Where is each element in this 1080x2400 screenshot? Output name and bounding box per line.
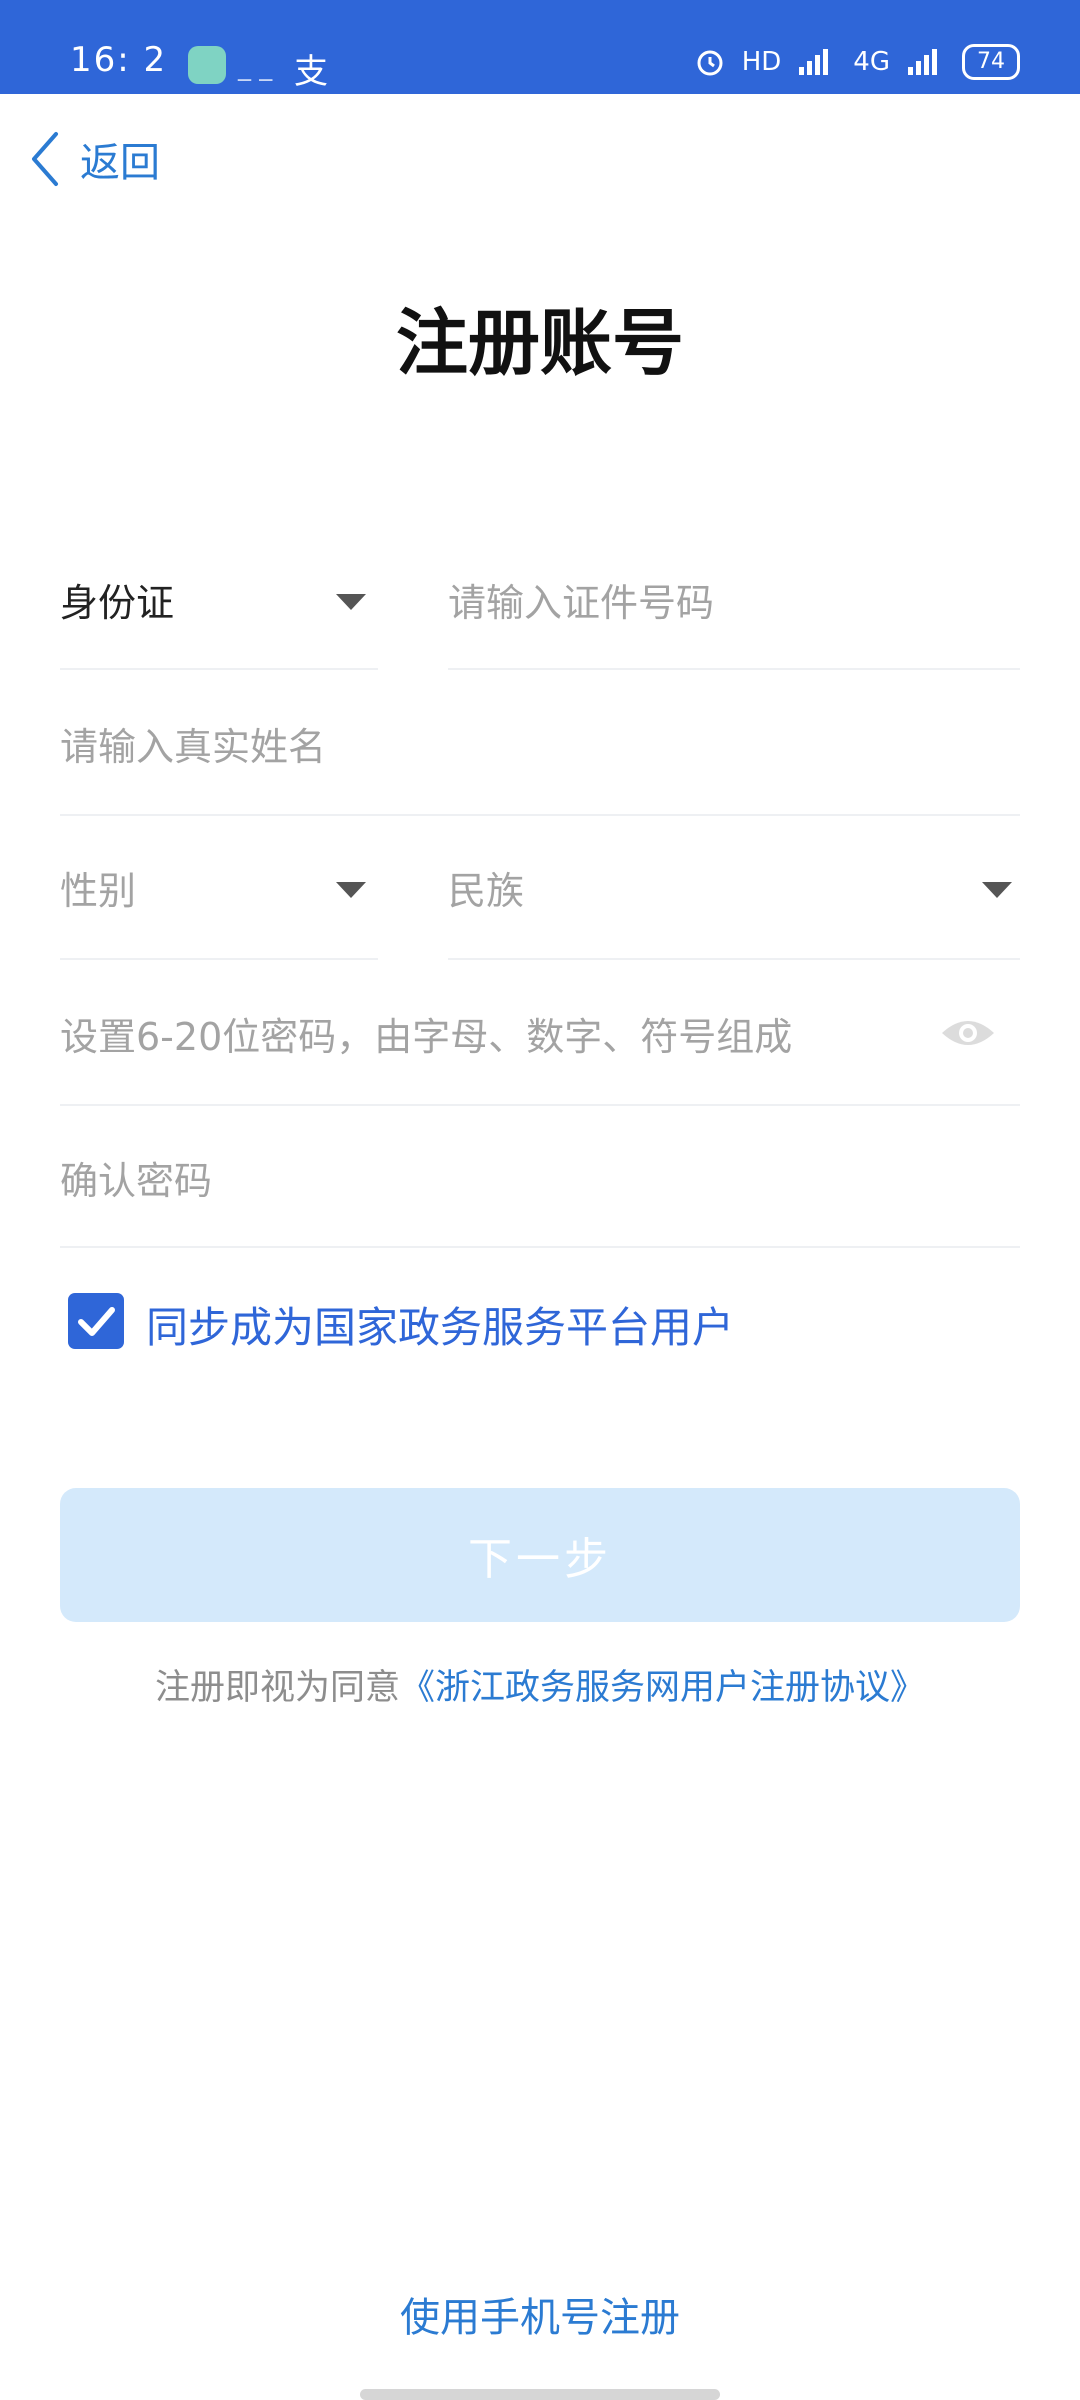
password-placeholder: 设置6-20位密码，由字母、数字、符号组成 [60,1015,793,1059]
status-app-icons: _ _ [238,52,273,82]
network-type: 4G [853,47,890,77]
home-indicator[interactable] [360,2389,720,2400]
hd-indicator: HD [741,47,782,77]
sync-checkbox[interactable] [68,1293,124,1349]
status-indicators: HD 4G 74 [694,44,1020,80]
dropdown-caret-icon [336,594,366,610]
signal-icon [799,49,829,75]
battery-icon: 74 [962,44,1020,80]
dropdown-caret-icon [982,882,1012,898]
id-number-input[interactable]: 请输入证件号码 [448,530,1020,670]
back-label: 返回 [80,140,160,186]
agreement-link[interactable]: 《浙江政务服务网用户注册协议》 [400,1668,925,1708]
page-title: 注册账号 [395,301,684,385]
sync-checkbox-label[interactable]: 同步成为国家政务服务平台用户 [146,1294,734,1355]
alipay-notification-icon: 支 [294,52,328,92]
id-type-select[interactable]: 身份证 [60,530,378,670]
checkmark-icon [78,1307,115,1336]
phone-register-link[interactable]: 使用手机号注册 [0,2285,1080,2343]
id-number-placeholder: 请输入证件号码 [448,581,715,625]
signal-icon-2 [908,49,937,75]
status-time: 16: 2 [70,40,168,80]
confirm-password-placeholder: 确认密码 [60,1159,213,1203]
app-notification-icon [188,46,226,84]
real-name-input[interactable]: 请输入真实姓名 [60,670,1020,816]
agreement-text: 注册即视为同意《浙江政务服务网用户注册协议》 [0,1659,1080,1710]
confirm-password-input[interactable]: 确认密码 [60,1106,1020,1248]
gender-placeholder: 性别 [60,869,137,913]
dropdown-caret-icon [336,882,366,898]
status-bar: 16: 2 _ _ 支 HD 4G 74 [0,0,1080,94]
back-button[interactable]: 返回 [26,128,160,190]
next-step-button[interactable]: 下一步 [60,1488,1020,1622]
real-name-placeholder: 请输入真实姓名 [60,725,327,769]
alarm-icon [697,50,723,76]
gender-select[interactable]: 性别 [60,816,378,960]
ethnicity-select[interactable]: 民族 [448,816,1020,960]
ethnicity-placeholder: 民族 [448,869,525,913]
password-input[interactable]: 设置6-20位密码，由字母、数字、符号组成 [60,960,1020,1106]
eye-icon[interactable] [940,1015,996,1051]
agreement-prefix: 注册即视为同意 [154,1668,400,1708]
id-type-value: 身份证 [60,581,175,625]
chevron-left-icon [32,132,58,186]
